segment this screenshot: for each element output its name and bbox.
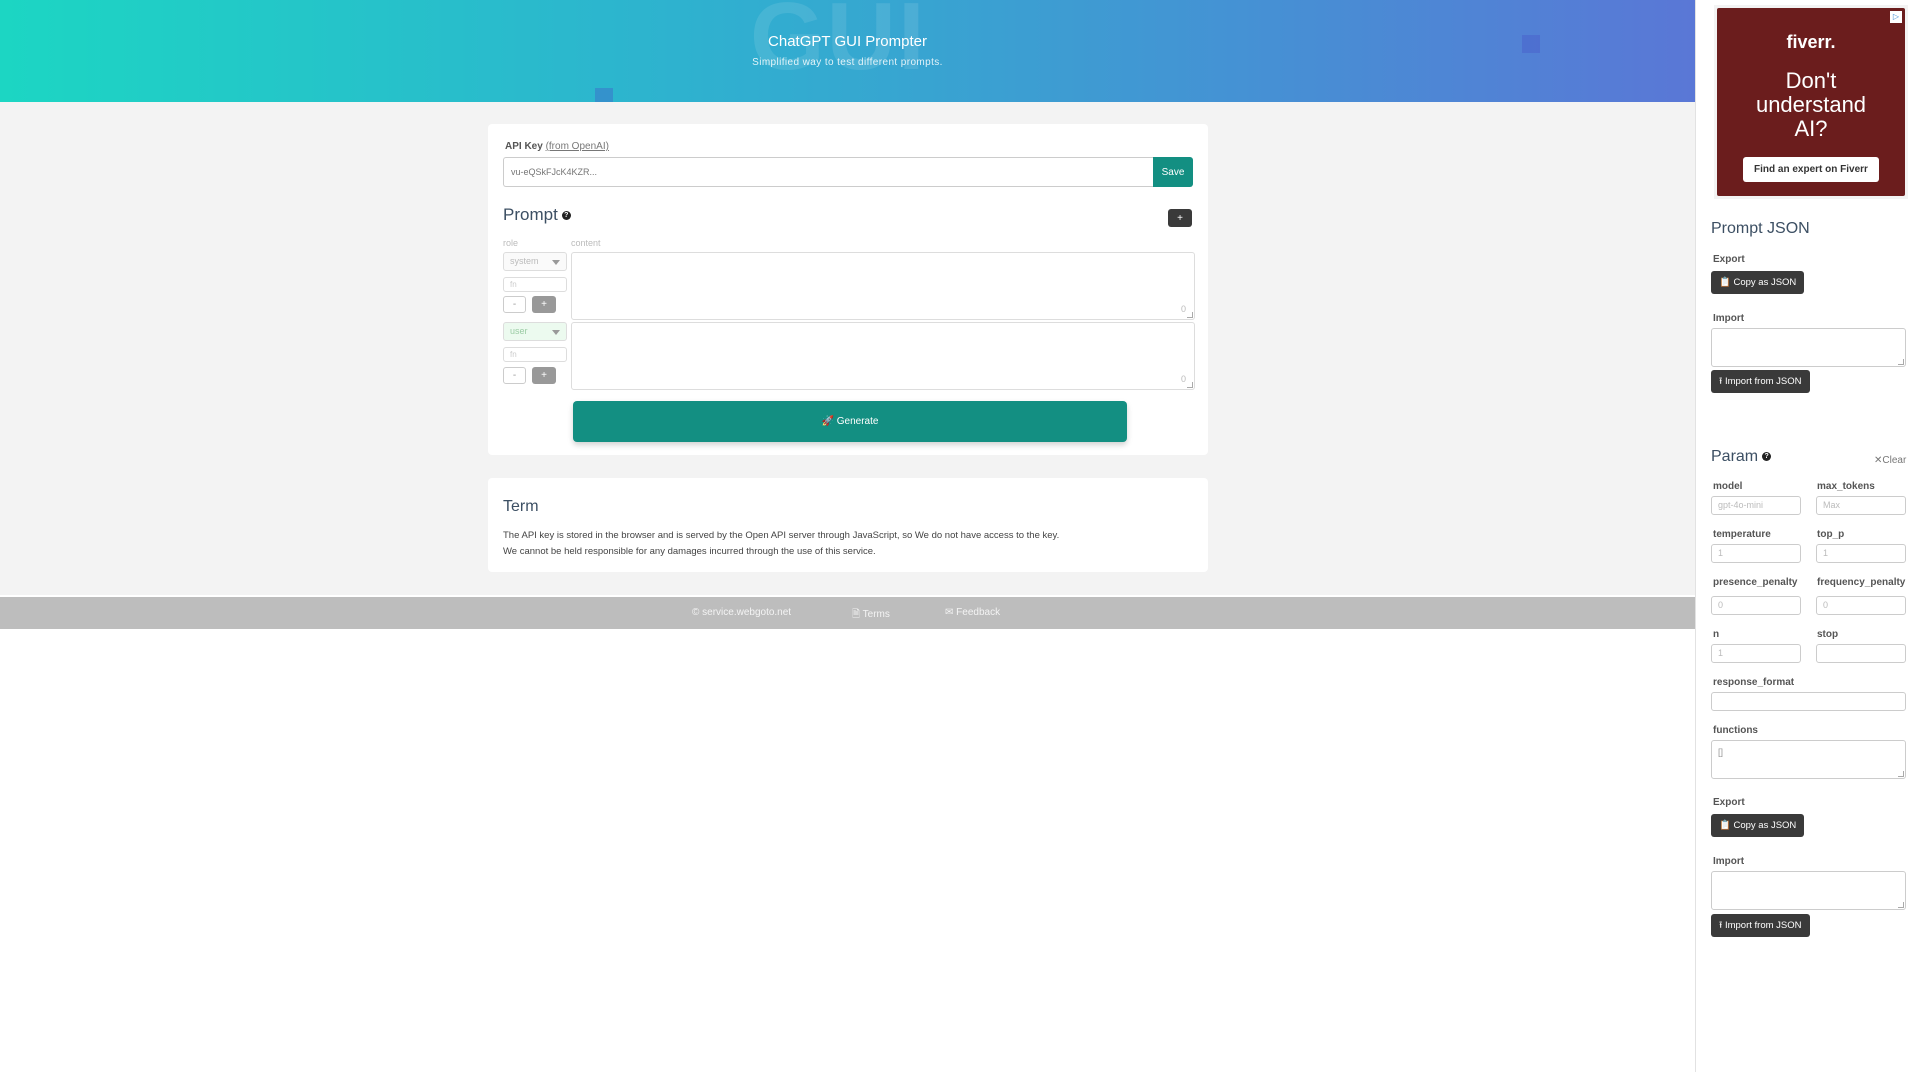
ad-brand-logo: fiverr. [1786,32,1836,52]
term-heading: Term [503,498,539,515]
content-textarea[interactable]: 0 [571,252,1195,320]
model-label: model [1713,481,1743,492]
param-heading: Param? [1711,448,1772,466]
role-select[interactable]: user [503,322,567,341]
decorative-square [595,88,613,102]
frequency-penalty-label: frequency_penalty [1817,577,1906,588]
clear-button[interactable]: ✕Clear [1874,455,1906,466]
add-message-button[interactable]: + [1168,209,1192,227]
prompt-json-heading: Prompt JSON [1711,220,1810,237]
role-select-value: system [510,256,539,266]
response-format-input[interactable] [1711,692,1906,711]
hero-banner: GUI ChatGPT GUI Prompter Simplified way … [0,0,1695,102]
export-label: Export [1713,254,1745,265]
n-label: n [1713,629,1720,640]
role-column-label: role [503,238,519,248]
prompt-heading-text: Prompt [503,205,558,224]
chevron-down-icon [552,330,560,335]
copy-json-button[interactable]: 📋 Copy as JSON [1711,814,1805,837]
frequency-penalty-input[interactable]: 0 [1816,596,1906,615]
presence-penalty-label: presence_penalty [1713,577,1798,588]
n-input[interactable]: 1 [1711,644,1801,663]
import-json-button[interactable]: ⭱ Import from JSON [1711,370,1810,393]
term-text: The API key is stored in the browser and… [503,530,1060,541]
generate-button[interactable]: 🚀 Generate [573,401,1127,442]
page-title: ChatGPT GUI Prompter [768,33,927,50]
import-json-button[interactable]: ⭱ Import from JSON [1711,914,1810,937]
main-column: GUI ChatGPT GUI Prompter Simplified way … [0,0,1695,1072]
insert-message-button[interactable]: + [532,296,556,313]
stop-label: stop [1817,629,1839,640]
max-tokens-input[interactable]: Max [1816,496,1906,515]
remove-message-button[interactable]: - [503,367,526,384]
model-input[interactable]: gpt-4o-mini [1711,496,1801,515]
response-format-label: response_format [1713,677,1795,688]
ad-headline: understand [1755,92,1867,117]
page-subtitle: Simplified way to test different prompts… [752,57,943,68]
name-field[interactable]: fn [503,277,567,292]
help-icon[interactable]: ? [1762,452,1772,462]
content-textarea[interactable]: 0 [571,322,1195,390]
prompt-card: API Key (from OpenAI) Save Prompt? + rol… [488,124,1208,455]
copy-json-button[interactable]: 📋 Copy as JSON [1711,271,1805,294]
remove-message-button[interactable]: - [503,296,526,313]
api-key-label-text: API Key [505,141,543,152]
content-column-label: content [571,238,601,248]
ad-banner[interactable]: ▷ fiverr. Don't understand AI? Find an e… [1717,8,1905,196]
stop-input[interactable] [1816,644,1906,663]
footer: © service.webgoto.net 🗎 Terms ✉ Feedback [0,597,1695,629]
char-count: 0 [1180,304,1186,314]
footer-feedback-link[interactable]: ✉ Feedback [945,607,1000,618]
insert-message-button[interactable]: + [532,367,556,384]
functions-value: [] [1718,747,1724,757]
max-tokens-label: max_tokens [1817,481,1875,492]
help-icon[interactable]: ? [561,211,571,221]
footer-terms-link[interactable]: 🗎 Terms [852,607,890,624]
advertisement[interactable]: ▷ fiverr. Don't understand AI? Find an e… [1714,5,1908,199]
functions-textarea[interactable]: [] [1711,740,1906,779]
param-heading-text: Param [1711,448,1759,465]
char-count: 0 [1180,374,1186,384]
ad-headline: Don't [1785,68,1837,93]
api-key-input[interactable] [503,157,1153,187]
right-sidebar: ▷ fiverr. Don't understand AI? Find an e… [1695,0,1920,1072]
resize-grip-icon[interactable] [1898,771,1904,777]
name-field[interactable]: fn [503,347,567,362]
import-label: Import [1713,313,1745,324]
ad-cta-button[interactable]: Find an expert on Fiverr [1743,157,1879,182]
top-p-input[interactable]: 1 [1816,544,1906,563]
import-json-textarea[interactable] [1711,328,1906,367]
prompt-heading: Prompt? [503,205,571,225]
adchoices-icon[interactable]: ▷ [1890,11,1902,23]
ad-headline: AI? [1794,116,1828,141]
footer-copyright-link[interactable]: © service.webgoto.net [692,607,791,618]
save-button[interactable]: Save [1153,157,1193,187]
resize-grip-icon[interactable] [1187,312,1193,318]
temperature-label: temperature [1713,529,1771,540]
openai-link[interactable]: (from OpenAI) [546,141,609,152]
resize-grip-icon[interactable] [1898,359,1904,365]
resize-grip-icon[interactable] [1898,902,1904,908]
terms-card: Term The API key is stored in the browse… [488,478,1208,572]
term-text: We cannot be held responsible for any da… [503,546,876,557]
import-label: Import [1713,856,1745,867]
export-label: Export [1713,797,1745,808]
role-select-value: user [510,326,528,336]
temperature-input[interactable]: 1 [1711,544,1801,563]
import-json-textarea[interactable] [1711,871,1906,910]
presence-penalty-input[interactable]: 0 [1711,596,1801,615]
functions-label: functions [1713,725,1758,736]
resize-grip-icon[interactable] [1187,382,1193,388]
chevron-down-icon [552,260,560,265]
top-p-label: top_p [1817,529,1845,540]
role-select[interactable]: system [503,252,567,271]
api-key-label: API Key (from OpenAI) [505,141,609,152]
